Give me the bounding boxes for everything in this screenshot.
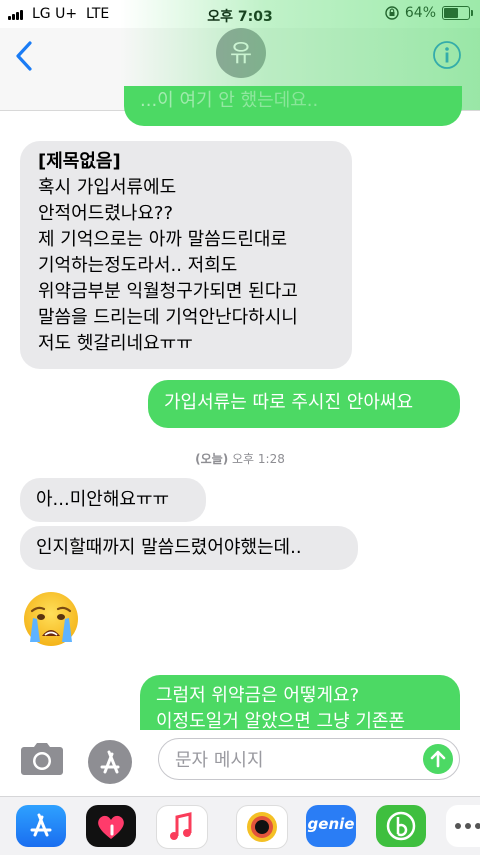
lens-icon [247, 812, 277, 842]
timestamp: (오늘) 오후 1:28 [0, 450, 480, 467]
imessage-app-tray: genie [0, 796, 480, 855]
incoming-message[interactable]: 아...미안해요ㅠㅠ [20, 478, 206, 522]
rotation-lock-icon [385, 6, 399, 20]
more-dots-icon [455, 823, 480, 829]
tray-app-store[interactable] [16, 805, 66, 847]
incoming-message[interactable]: [제목없음] 혹시 가입서류에도 안적어드렸나요?? 제 기억으로는 아까 말씀… [20, 141, 352, 369]
tray-b-app[interactable] [376, 805, 426, 847]
status-bar: LG U+ LTE 오후 7:03 64% [0, 0, 480, 28]
message-text: ...이 여기 안 했는데요.. [140, 90, 319, 111]
battery-icon [442, 6, 473, 20]
message-text: 가입서류는 따로 주시진 안아써요 [164, 392, 414, 413]
message-text: 인지할때까지 말씀드렸어야했는데.. [36, 537, 302, 558]
message-subject: [제목없음] [38, 151, 121, 172]
message-text: 아...미안해요ㅠㅠ [36, 489, 170, 510]
b-logo-icon [386, 811, 416, 841]
send-button[interactable] [423, 744, 453, 774]
message-line: 그럼저 위약금은 어떻게요? [156, 685, 360, 706]
tray-more[interactable] [446, 805, 480, 847]
music-note-icon [170, 812, 192, 840]
info-icon[interactable] [432, 40, 462, 70]
message-line: 저도 헷갈리네요ㅠㅠ [38, 333, 193, 354]
send-arrow-icon [430, 750, 446, 768]
message-input[interactable] [173, 747, 417, 773]
contact-avatar[interactable]: 유 [216, 28, 266, 78]
camera-icon[interactable] [20, 742, 64, 776]
message-line: 안적어드렸나요?? [38, 203, 174, 224]
tray-digital-touch[interactable] [86, 805, 136, 847]
outgoing-message[interactable]: 가입서류는 따로 주시진 안아써요 [148, 380, 460, 428]
app-store-icon [30, 813, 52, 837]
outgoing-message-partial[interactable]: ...이 여기 안 했는데요.. [124, 86, 462, 126]
back-chevron-icon[interactable] [14, 40, 34, 72]
message-line: 혹시 가입서류에도 [38, 177, 177, 198]
message-line: 기억하는정도라서.. 저희도 [38, 255, 238, 276]
tray-camera-app[interactable] [236, 805, 288, 849]
message-line: 제 기억으로는 아까 말씀드린대로 [38, 229, 288, 250]
tray-music[interactable] [156, 805, 208, 849]
tray-genie[interactable]: genie [306, 805, 356, 847]
genie-label: genie [307, 815, 355, 833]
app-store-button[interactable] [88, 740, 132, 784]
timestamp-time: 오후 1:28 [232, 452, 285, 466]
message-line: 위약금부분 익월청구가되면 된다고 [38, 281, 298, 302]
message-input-field[interactable] [158, 738, 460, 780]
compose-bar [0, 730, 480, 792]
message-line: 말씀을 드리는데 기억안난다하시니 [38, 307, 298, 328]
app-store-icon [100, 750, 120, 774]
timestamp-day: (오늘) [195, 452, 229, 466]
incoming-message[interactable]: 인지할때까지 말씀드렸어야했는데.. [20, 526, 358, 570]
battery-percent: 64% [404, 5, 436, 21]
crying-face-emoji-icon[interactable] [22, 590, 80, 648]
heart-icon [98, 815, 124, 839]
